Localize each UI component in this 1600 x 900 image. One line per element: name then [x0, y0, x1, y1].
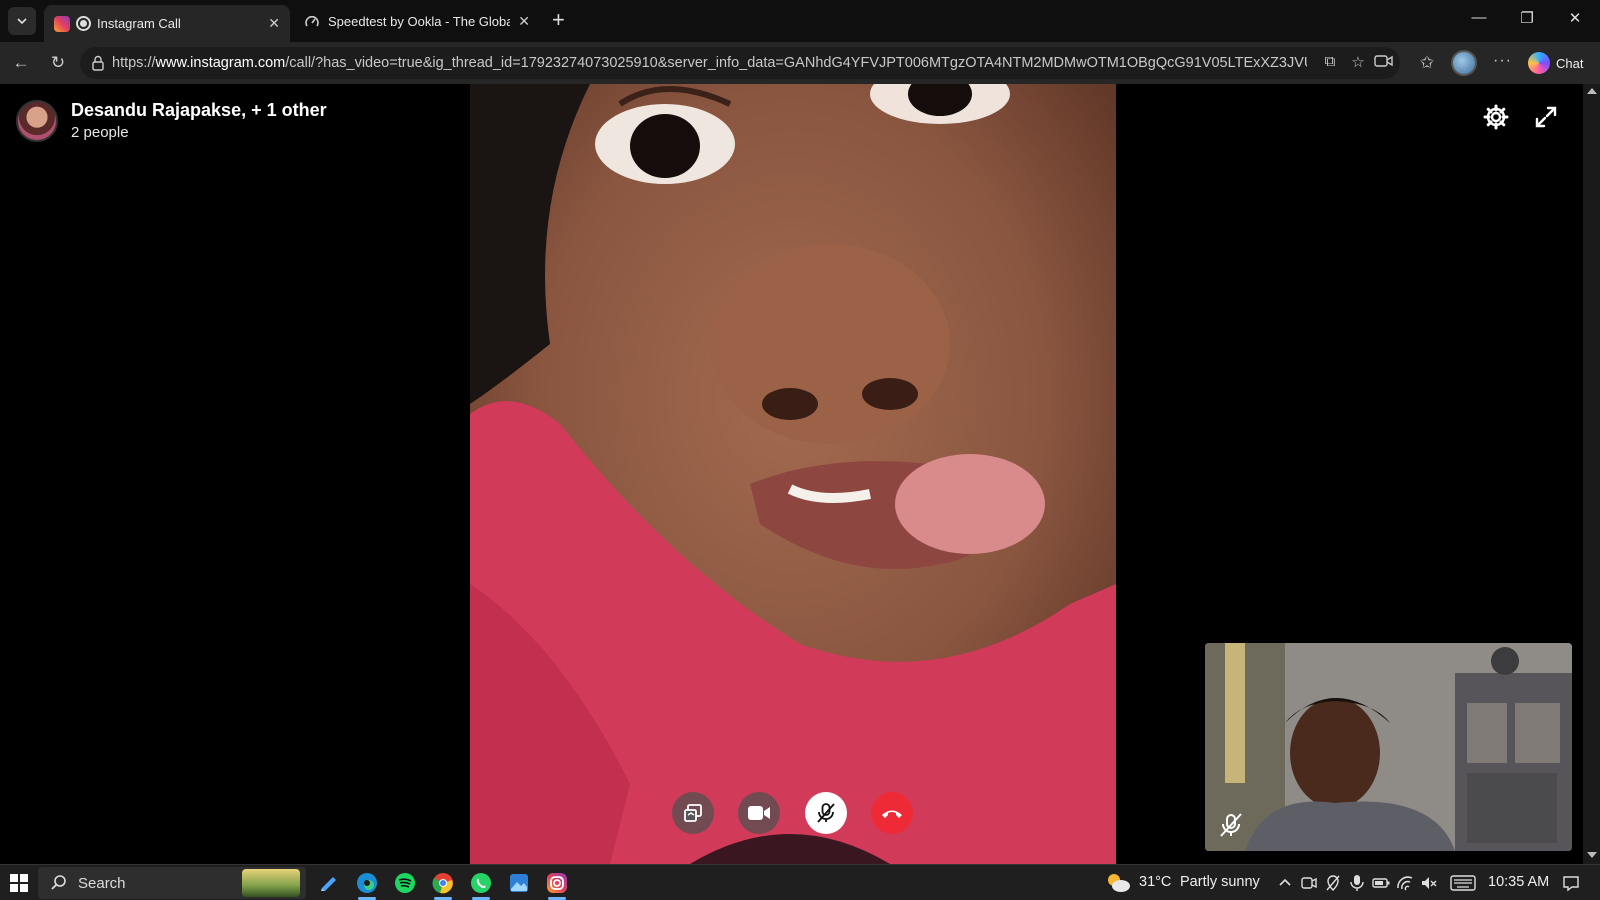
notifications-icon[interactable]: [1562, 874, 1580, 892]
search-highlight-image: [242, 869, 300, 897]
settings-gear-icon[interactable]: [1483, 104, 1509, 130]
spotify-icon[interactable]: [392, 870, 418, 896]
mute-toggle-button[interactable]: [805, 792, 847, 834]
instagram-icon[interactable]: [544, 870, 570, 900]
volume-muted-icon[interactable]: [1420, 874, 1438, 892]
lock-icon[interactable]: [90, 54, 106, 72]
tab-title: Instagram Call: [97, 16, 181, 31]
close-tab-icon[interactable]: ✕: [260, 15, 280, 32]
weather-partly-sunny-icon[interactable]: [1104, 871, 1132, 895]
recording-icon: [76, 16, 91, 31]
taskbar-search[interactable]: Search: [38, 867, 306, 899]
refresh-icon[interactable]: ↻: [46, 51, 70, 75]
tab-strip: Instagram Call ✕ Speedtest by Ookla - Th…: [0, 0, 1600, 42]
muted-mic-icon: [817, 803, 835, 823]
hang-up-icon: [882, 810, 902, 818]
participant-count: 2 people: [71, 124, 129, 141]
remote-video: [470, 84, 1116, 864]
self-view-video: [1205, 643, 1572, 851]
search-label: Search: [78, 875, 126, 892]
meet-now-icon[interactable]: [1300, 874, 1318, 892]
tab-title: Speedtest by Ookla - The Global B: [328, 14, 511, 29]
fullscreen-icon[interactable]: [1534, 105, 1558, 129]
photos-icon[interactable]: [506, 870, 532, 896]
url-text: https://www.instagram.com/call/?has_vide…: [112, 55, 1307, 71]
open-in-app-icon[interactable]: ⧉: [1320, 53, 1340, 73]
tab-instagram-call[interactable]: Instagram Call ✕: [44, 5, 290, 42]
show-hidden-icons-chevron-icon[interactable]: [1276, 874, 1294, 892]
favorite-star-icon[interactable]: ☆: [1348, 53, 1368, 73]
back-icon[interactable]: ←: [9, 51, 33, 75]
minimize-icon[interactable]: —: [1456, 9, 1502, 26]
microphone-in-use-icon[interactable]: [1348, 874, 1366, 892]
browser-toolbar: ← ↻ https://www.instagram.com/call/?has_…: [0, 42, 1600, 84]
muted-mic-icon: [1220, 813, 1242, 837]
weather-description[interactable]: Partly sunny: [1180, 874, 1260, 890]
edge-browser-icon[interactable]: [354, 870, 380, 900]
wifi-icon[interactable]: [1396, 874, 1414, 892]
location-off-icon[interactable]: [1324, 874, 1342, 892]
tab-actions-button[interactable]: [8, 7, 36, 35]
new-tab-icon[interactable]: +: [552, 9, 565, 31]
profile-avatar[interactable]: [1451, 50, 1477, 76]
video-camera-icon: [748, 806, 770, 820]
clock-time[interactable]: 10:35 AM: [1488, 874, 1549, 890]
instagram-icon: [54, 15, 70, 32]
pinned-app-icon[interactable]: [316, 870, 342, 896]
battery-icon[interactable]: [1372, 874, 1390, 892]
whatsapp-icon[interactable]: [468, 870, 494, 900]
tab-speedtest[interactable]: Speedtest by Ookla - The Global B ✕: [294, 5, 540, 38]
chevron-down-icon: [17, 18, 27, 25]
keyboard-icon[interactable]: [1450, 874, 1476, 892]
more-options-icon[interactable]: ···: [1493, 52, 1512, 70]
share-screen-button[interactable]: [672, 792, 714, 834]
scrollbar[interactable]: [1583, 84, 1600, 864]
restore-icon[interactable]: ❐: [1504, 9, 1550, 27]
address-bar[interactable]: https://www.instagram.com/call/?has_vide…: [80, 47, 1400, 79]
end-call-button[interactable]: [871, 792, 913, 834]
chat-label: Chat: [1556, 55, 1584, 71]
camera-in-use-icon[interactable]: [1374, 53, 1394, 73]
taskbar: Search 31°C Partly sunny 10:35 AM: [0, 864, 1600, 900]
search-icon: [51, 875, 66, 890]
favorites-icon[interactable]: ✩: [1415, 51, 1439, 75]
call-title: Desandu Rajapakse, + 1 other: [71, 100, 327, 120]
chrome-icon[interactable]: [430, 870, 456, 900]
close-window-icon[interactable]: ✕: [1552, 9, 1598, 27]
windows-start-icon[interactable]: [10, 874, 28, 892]
copilot-chat-button[interactable]: Chat: [1524, 49, 1591, 77]
copilot-icon: [1528, 52, 1550, 74]
share-screen-icon: [684, 804, 702, 822]
camera-toggle-button[interactable]: [738, 792, 780, 834]
caller-avatar[interactable]: [16, 100, 58, 142]
close-tab-icon[interactable]: ✕: [510, 13, 530, 30]
speedtest-icon: [305, 15, 319, 26]
weather-temperature[interactable]: 31°C: [1139, 874, 1171, 890]
